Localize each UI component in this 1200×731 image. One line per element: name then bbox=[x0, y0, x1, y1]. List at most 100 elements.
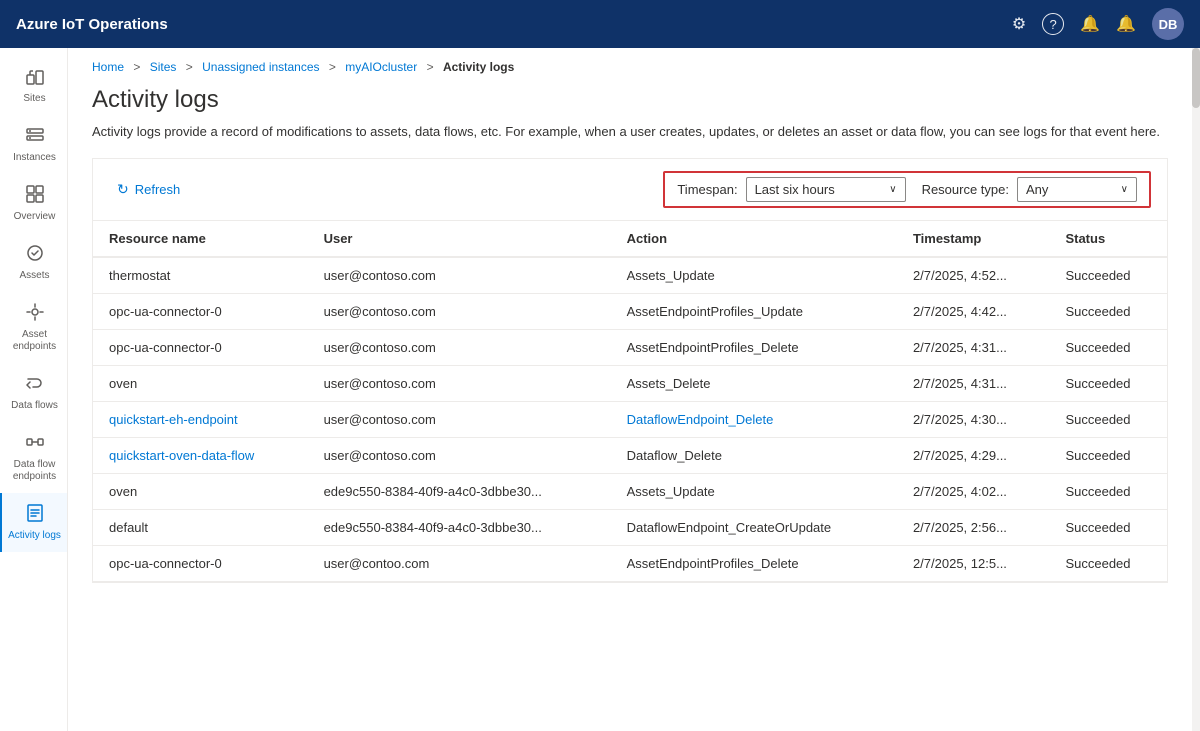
resource-type-select[interactable]: Any ∨ bbox=[1017, 177, 1137, 202]
asset-endpoints-icon bbox=[25, 302, 45, 325]
table-row: opc-ua-connector-0user@contoso.comAssetE… bbox=[93, 293, 1167, 329]
timespan-select[interactable]: Last six hours ∨ bbox=[746, 177, 906, 202]
resource-link[interactable]: quickstart-eh-endpoint bbox=[109, 412, 238, 427]
cell-resource-name: opc-ua-connector-0 bbox=[93, 293, 308, 329]
activity-logs-icon bbox=[25, 503, 45, 526]
page-title: Activity logs bbox=[92, 86, 1168, 114]
cell-timestamp: 2/7/2025, 4:52... bbox=[897, 257, 1050, 294]
sidebar-label-instances: Instances bbox=[13, 152, 56, 164]
sidebar-label-sites: Sites bbox=[23, 93, 45, 105]
cell-status: Succeeded bbox=[1049, 437, 1167, 473]
sidebar-item-sites[interactable]: Sites bbox=[0, 56, 67, 115]
sidebar-label-assets: Assets bbox=[19, 270, 49, 282]
sidebar-item-assets[interactable]: Assets bbox=[0, 233, 67, 292]
cell-status: Succeeded bbox=[1049, 329, 1167, 365]
timespan-chevron-icon: ∨ bbox=[889, 184, 896, 195]
filter-bar: ↻ Refresh Timespan: Last six hours ∨ Res… bbox=[93, 159, 1167, 221]
cell-resource-name: default bbox=[93, 509, 308, 545]
avatar[interactable]: DB bbox=[1152, 8, 1184, 40]
cell-action: AssetEndpointProfiles_Update bbox=[611, 293, 897, 329]
cell-user: user@contoso.com bbox=[308, 293, 611, 329]
cell-status: Succeeded bbox=[1049, 545, 1167, 581]
table-row: opc-ua-connector-0user@contoso.comAssetE… bbox=[93, 329, 1167, 365]
cell-status: Succeeded bbox=[1049, 401, 1167, 437]
dataflow-endpoints-icon bbox=[25, 432, 45, 455]
cell-action: Assets_Delete bbox=[611, 365, 897, 401]
table-row: ovenede9c550-8384-40f9-a4c0-3dbbe30...As… bbox=[93, 473, 1167, 509]
table-header: Resource name User Action Timestamp Stat… bbox=[93, 221, 1167, 257]
filter-highlight-box: Timespan: Last six hours ∨ Resource type… bbox=[663, 171, 1151, 208]
cell-resource-name: opc-ua-connector-0 bbox=[93, 545, 308, 581]
table-row: defaultede9c550-8384-40f9-a4c0-3dbbe30..… bbox=[93, 509, 1167, 545]
table-container: Resource name User Action Timestamp Stat… bbox=[93, 221, 1167, 582]
table-row: ovenuser@contoso.comAssets_Delete2/7/202… bbox=[93, 365, 1167, 401]
cell-action: AssetEndpointProfiles_Delete bbox=[611, 329, 897, 365]
cell-timestamp: 2/7/2025, 4:42... bbox=[897, 293, 1050, 329]
help-icon[interactable]: ? bbox=[1042, 13, 1064, 35]
activity-logs-panel: ↻ Refresh Timespan: Last six hours ∨ Res… bbox=[92, 158, 1168, 583]
table-body: thermostatuser@contoso.comAssets_Update2… bbox=[93, 257, 1167, 582]
breadcrumb-sep-4: > bbox=[427, 60, 434, 74]
col-resource-name: Resource name bbox=[93, 221, 308, 257]
cell-status: Succeeded bbox=[1049, 473, 1167, 509]
resource-link[interactable]: quickstart-oven-data-flow bbox=[109, 448, 254, 463]
breadcrumb-sep-2: > bbox=[186, 60, 193, 74]
resource-type-group: Resource type: Any ∨ bbox=[922, 177, 1137, 202]
breadcrumb-cluster[interactable]: myAIOcluster bbox=[345, 60, 417, 74]
resource-type-chevron-icon: ∨ bbox=[1121, 184, 1128, 195]
cell-timestamp: 2/7/2025, 2:56... bbox=[897, 509, 1050, 545]
breadcrumb-sites[interactable]: Sites bbox=[150, 60, 177, 74]
cell-action[interactable]: DataflowEndpoint_Delete bbox=[611, 401, 897, 437]
col-action: Action bbox=[611, 221, 897, 257]
cell-status: Succeeded bbox=[1049, 365, 1167, 401]
cell-timestamp: 2/7/2025, 4:02... bbox=[897, 473, 1050, 509]
col-timestamp: Timestamp bbox=[897, 221, 1050, 257]
content-area: Home > Sites > Unassigned instances > my… bbox=[68, 48, 1192, 731]
cell-timestamp: 2/7/2025, 4:31... bbox=[897, 329, 1050, 365]
resource-type-value: Any bbox=[1026, 182, 1117, 197]
cell-user: ede9c550-8384-40f9-a4c0-3dbbe30... bbox=[308, 509, 611, 545]
cell-user: user@contoso.com bbox=[308, 401, 611, 437]
col-user: User bbox=[308, 221, 611, 257]
cell-resource-name: thermostat bbox=[93, 257, 308, 294]
sidebar-label-dataflow-endpoints: Data flow endpoints bbox=[6, 459, 63, 483]
cell-action: Assets_Update bbox=[611, 257, 897, 294]
sidebar-item-overview[interactable]: Overview bbox=[0, 174, 67, 233]
cell-action: DataflowEndpoint_CreateOrUpdate bbox=[611, 509, 897, 545]
cell-status: Succeeded bbox=[1049, 257, 1167, 294]
assets-icon bbox=[25, 243, 45, 266]
action-link[interactable]: DataflowEndpoint_Delete bbox=[627, 412, 774, 427]
cell-timestamp: 2/7/2025, 4:30... bbox=[897, 401, 1050, 437]
breadcrumb-home[interactable]: Home bbox=[92, 60, 124, 74]
cell-user: user@contoso.com bbox=[308, 365, 611, 401]
table-row: opc-ua-connector-0user@contoo.comAssetEn… bbox=[93, 545, 1167, 581]
breadcrumb-sep-1: > bbox=[133, 60, 140, 74]
cell-resource-name[interactable]: quickstart-eh-endpoint bbox=[93, 401, 308, 437]
cell-resource-name[interactable]: quickstart-oven-data-flow bbox=[93, 437, 308, 473]
cell-user: user@contoso.com bbox=[308, 257, 611, 294]
timespan-value: Last six hours bbox=[755, 182, 886, 197]
sidebar-label-activity-logs: Activity logs bbox=[8, 530, 61, 542]
cell-resource-name: oven bbox=[93, 473, 308, 509]
sidebar-item-data-flows[interactable]: Data flows bbox=[0, 363, 67, 422]
instances-icon bbox=[25, 125, 45, 148]
sidebar: Sites Instances Overview Assets Asset en… bbox=[0, 48, 68, 731]
activity-logs-table: Resource name User Action Timestamp Stat… bbox=[93, 221, 1167, 582]
sidebar-label-data-flows: Data flows bbox=[11, 400, 58, 412]
cell-action: Dataflow_Delete bbox=[611, 437, 897, 473]
cell-user: ede9c550-8384-40f9-a4c0-3dbbe30... bbox=[308, 473, 611, 509]
breadcrumb-unassigned[interactable]: Unassigned instances bbox=[202, 60, 319, 74]
refresh-button[interactable]: ↻ Refresh bbox=[109, 177, 188, 202]
notifications-active-icon[interactable]: 🔔 bbox=[1116, 14, 1136, 34]
sidebar-item-dataflow-endpoints[interactable]: Data flow endpoints bbox=[0, 422, 67, 493]
page-description: Activity logs provide a record of modifi… bbox=[92, 122, 1168, 142]
notifications-inactive-icon[interactable]: 🔔 bbox=[1080, 14, 1100, 34]
sidebar-item-asset-endpoints[interactable]: Asset endpoints bbox=[0, 292, 67, 363]
resource-type-label: Resource type: bbox=[922, 182, 1009, 197]
right-scrollbar[interactable] bbox=[1192, 48, 1200, 731]
sidebar-item-activity-logs[interactable]: Activity logs bbox=[0, 493, 67, 552]
settings-icon[interactable]: ⚙ bbox=[1012, 14, 1026, 34]
sidebar-item-instances[interactable]: Instances bbox=[0, 115, 67, 174]
sites-icon bbox=[25, 66, 45, 89]
refresh-label: Refresh bbox=[135, 182, 181, 197]
